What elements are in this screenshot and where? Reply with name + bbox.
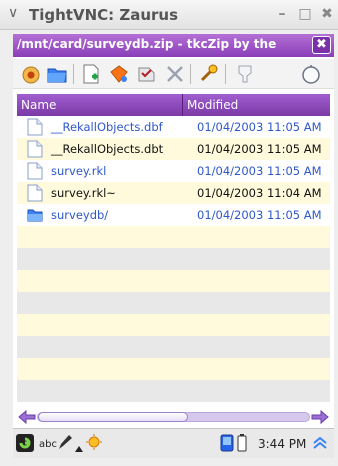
empty-row	[17, 380, 330, 402]
toolbar-separator	[225, 64, 226, 84]
scroll-left-arrow-icon[interactable]	[17, 409, 37, 425]
empty-row	[17, 358, 330, 380]
empty-row	[17, 314, 330, 336]
taskbar: abc 3:44 PM	[13, 428, 334, 458]
file-icon	[27, 118, 43, 136]
column-header-name[interactable]: Name	[21, 98, 56, 112]
file-icon	[27, 162, 43, 180]
empty-row	[17, 226, 330, 248]
table-header: Name Modified	[17, 94, 330, 116]
window-menu-button[interactable]: ∨	[8, 5, 18, 21]
toolbar-separator	[190, 64, 191, 84]
table-row[interactable]: __RekallObjects.dbt 01/04/2003 11:05 AM	[17, 138, 330, 160]
table-row[interactable]: __RekallObjects.dbf 01/04/2003 11:05 AM	[17, 116, 330, 138]
open-folder-icon[interactable]	[45, 62, 69, 86]
add-file-icon[interactable]	[79, 62, 103, 86]
taskbar-clock[interactable]: 3:44 PM	[258, 437, 306, 451]
file-list[interactable]: __RekallObjects.dbf 01/04/2003 11:05 AM …	[17, 116, 330, 406]
test-icon[interactable]	[135, 62, 159, 86]
pen-input-icon[interactable]	[57, 433, 73, 455]
minimize-button[interactable]: –	[274, 6, 290, 22]
scroll-right-arrow-icon[interactable]	[310, 409, 330, 425]
file-modified: 01/04/2003 11:05 AM	[197, 164, 322, 178]
app-title: /mnt/card/surveydb.zip - tkcZip by the	[17, 37, 277, 51]
start-menu-icon[interactable]	[15, 433, 35, 457]
open-icon[interactable]	[19, 62, 43, 86]
caret-up-icon[interactable]	[74, 438, 84, 457]
empty-row	[17, 248, 330, 270]
file-modified: 01/04/2003 11:05 AM	[197, 208, 322, 222]
scrollbar-thumb[interactable]	[38, 412, 188, 422]
table-row[interactable]: survey.rkl~ 01/04/2003 11:04 AM	[17, 182, 330, 204]
input-method-label[interactable]: abc	[39, 439, 57, 450]
toolbar	[13, 59, 334, 89]
folder-icon	[27, 206, 43, 224]
horizontal-scrollbar[interactable]	[17, 409, 330, 425]
table-row[interactable]: surveydb/ 01/04/2003 11:05 AM	[17, 204, 330, 226]
vnc-titlebar[interactable]: ∨ TightVNC: Zaurus – □ ✖	[0, 0, 338, 30]
vnc-window: ∨ TightVNC: Zaurus – □ ✖ /mnt/card/surve…	[0, 0, 338, 466]
file-name: survey.rkl~	[51, 186, 116, 200]
table-row[interactable]: survey.rkl 01/04/2003 11:05 AM	[17, 160, 330, 182]
file-modified: 01/04/2003 11:05 AM	[197, 142, 322, 156]
empty-row	[17, 292, 330, 314]
empty-row	[17, 336, 330, 358]
column-divider[interactable]	[182, 94, 183, 116]
app-titlebar: /mnt/card/surveydb.zip - tkcZip by the ✖	[13, 34, 334, 57]
window-close-button[interactable]: ✖	[319, 6, 335, 22]
column-header-modified[interactable]: Modified	[187, 98, 238, 112]
file-name: survey.rkl	[51, 164, 107, 178]
delete-icon[interactable]	[163, 62, 187, 86]
empty-row	[17, 270, 330, 292]
filter-icon[interactable]	[233, 62, 257, 86]
sun-icon[interactable]	[85, 433, 103, 455]
window-title: TightVNC: Zaurus	[29, 6, 179, 24]
file-icon	[27, 140, 43, 158]
app-close-button[interactable]: ✖	[312, 36, 331, 54]
file-modified: 01/04/2003 11:04 AM	[197, 186, 322, 200]
remote-screen[interactable]: /mnt/card/surveydb.zip - tkcZip by the ✖	[13, 34, 334, 458]
about-icon[interactable]	[299, 62, 323, 86]
toolbar-separator	[73, 64, 74, 84]
scrollbar-track[interactable]	[37, 412, 310, 422]
file-name: __RekallObjects.dbf	[51, 120, 163, 134]
show-more-icon[interactable]	[311, 434, 329, 456]
file-modified: 01/04/2003 11:05 AM	[197, 120, 322, 134]
properties-icon[interactable]	[197, 62, 221, 86]
extract-icon[interactable]	[107, 62, 131, 86]
storage-card-icon[interactable]	[220, 434, 234, 456]
file-name: surveydb/	[51, 208, 109, 222]
maximize-button[interactable]: □	[297, 6, 313, 22]
battery-icon	[237, 434, 247, 456]
file-name: __RekallObjects.dbt	[51, 142, 164, 156]
file-icon	[27, 184, 43, 202]
